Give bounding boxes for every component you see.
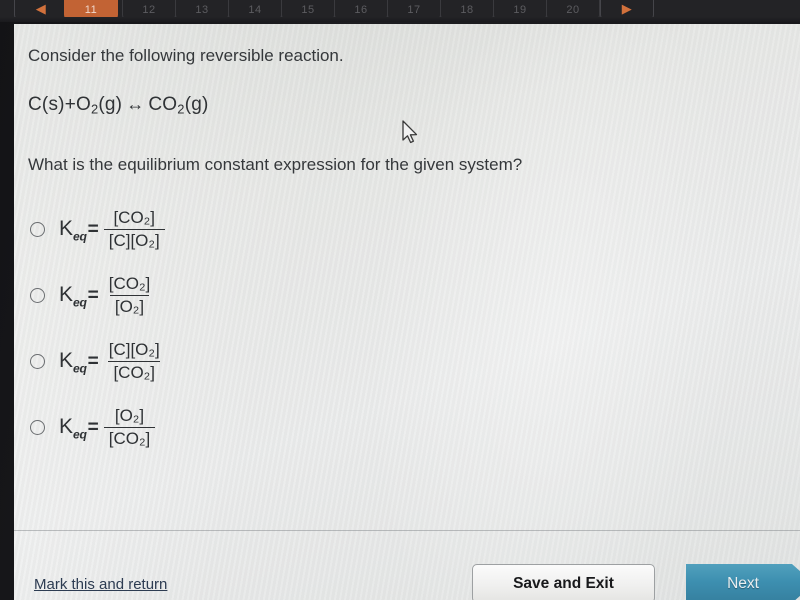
radio-button-c[interactable] [30, 354, 45, 370]
quiz-page: Consider the following reversible reacti… [14, 24, 800, 600]
page-tab-15[interactable]: 15 [281, 0, 335, 20]
next-button[interactable]: Next [686, 564, 800, 600]
equation-reactant-2: O2(g) [75, 94, 123, 117]
answer-expression-d: Keq= [O₂] [CO₂] [59, 406, 156, 449]
question-content: Consider the following reversible reacti… [14, 24, 800, 461]
equilibrium-arrow-icon: ↔ [126, 94, 145, 114]
equation-reactant-1: C(s) [28, 94, 65, 115]
mark-this-and-return-link[interactable]: Mark this and return [34, 576, 167, 593]
footer-bar: Mark this and return Save and Exit Next [14, 531, 800, 600]
page-tab-16[interactable]: 16 [334, 0, 388, 20]
page-tab-19[interactable]: 19 [493, 0, 547, 20]
page-tab-14[interactable]: 14 [228, 0, 282, 20]
previous-page-arrow[interactable]: ◀ [14, 0, 68, 20]
radio-button-b[interactable] [30, 288, 45, 304]
answer-expression-a: Keq= [CO₂] [C][O₂] [59, 208, 165, 251]
save-and-exit-button[interactable]: Save and Exit [472, 564, 655, 600]
next-page-arrow[interactable]: ▶ [600, 0, 654, 20]
fraction-b: [CO₂] [O₂] [108, 274, 151, 317]
question-prompt: Consider the following reversible reacti… [28, 46, 344, 65]
equation-plus: + [64, 94, 76, 115]
page-tab-active[interactable]: 11 [64, 0, 118, 20]
equation-product: CO2(g) [148, 94, 209, 117]
question-text: What is the equilibrium constant express… [28, 154, 523, 174]
page-tab-20[interactable]: 20 [546, 0, 600, 20]
page-tab-12[interactable]: 12 [122, 0, 176, 20]
tab-strip: ◀ 11 12 13 14 15 16 17 18 19 20 ▶ [0, 0, 800, 22]
fraction-a: [CO₂] [C][O₂] [103, 208, 165, 251]
answer-option-a[interactable]: Keq= [CO₂] [C][O₂] [28, 197, 800, 263]
answer-option-b[interactable]: Keq= [CO₂] [O₂] [28, 263, 800, 329]
radio-button-d[interactable] [30, 420, 45, 436]
radio-button-a[interactable] [30, 222, 45, 238]
page-tab-13[interactable]: 13 [175, 0, 229, 20]
answer-option-d[interactable]: Keq= [O₂] [CO₂] [28, 395, 800, 461]
answer-option-c[interactable]: Keq= [C][O₂] [CO₂] [28, 329, 800, 395]
page-tab-17[interactable]: 17 [387, 0, 441, 20]
fraction-c: [C][O₂] [CO₂] [108, 340, 160, 383]
screen-photo-background: ◀ 11 12 13 14 15 16 17 18 19 20 ▶ Consid… [0, 0, 800, 600]
fraction-d: [O₂] [CO₂] [103, 406, 156, 449]
answer-expression-b: Keq= [CO₂] [O₂] [59, 274, 155, 317]
answer-expression-c: Keq= [C][O₂] [CO₂] [59, 340, 165, 383]
page-tab-18[interactable]: 18 [440, 0, 494, 20]
chemical-equation: C(s)+O2(g) ↔ CO2(g) [28, 94, 800, 117]
